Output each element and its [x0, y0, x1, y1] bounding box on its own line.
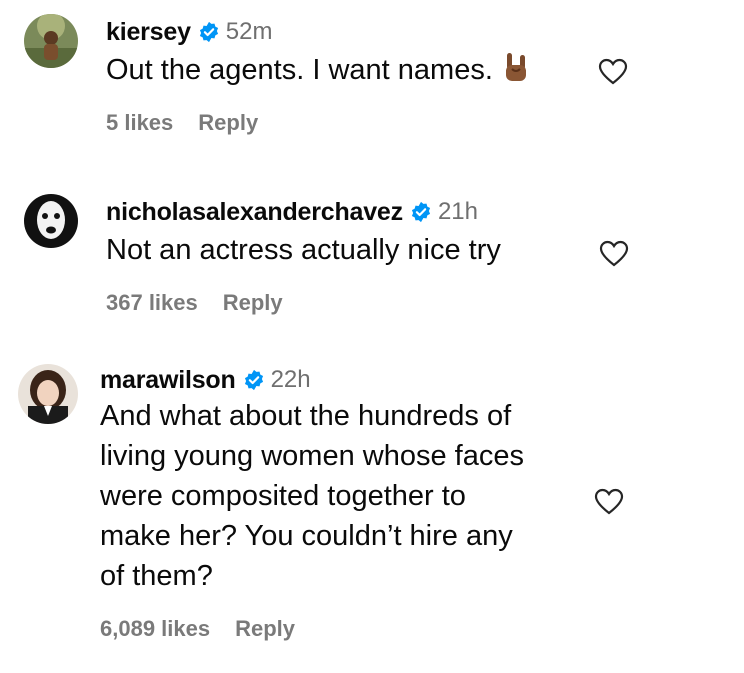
heart-outline-icon[interactable] [599, 240, 629, 268]
verified-badge-icon [199, 21, 218, 43]
likes-count[interactable]: 5 likes [106, 110, 173, 136]
verified-badge-icon [411, 201, 431, 223]
timestamp: 21h [437, 198, 478, 225]
reply-button[interactable]: Reply [235, 616, 295, 642]
comment-text: Not an actress actually nice try [106, 234, 501, 266]
heart-outline-icon[interactable] [598, 58, 628, 86]
comment-text-line: living young women whose faces [100, 440, 524, 472]
avatar-image [24, 194, 78, 248]
timestamp: 22h [270, 366, 311, 393]
verified-badge-icon [244, 369, 263, 391]
heart-outline-icon[interactable] [594, 488, 624, 516]
comment-text: Out the agents. I want names. [106, 50, 529, 90]
comment-marawilson: marawilson 22h And what about the hundre… [0, 358, 744, 668]
comment-nicholasalexanderchavez: nicholasalexanderchavez 21h Not an actre… [0, 190, 744, 330]
avatar[interactable] [24, 194, 78, 248]
username[interactable]: nicholasalexanderchavez [106, 198, 403, 227]
comment-kiersey: kiersey 52m Out the agents. I want names… [0, 10, 744, 150]
username[interactable]: kiersey [106, 18, 191, 47]
likes-count[interactable]: 6,089 likes [100, 616, 210, 642]
reply-button[interactable]: Reply [198, 110, 258, 136]
comment-text-line: of them? [100, 560, 213, 592]
timestamp: 52m [225, 18, 273, 45]
avatar[interactable] [24, 14, 78, 68]
reply-button[interactable]: Reply [223, 290, 283, 316]
comment-text-line: make her? You couldn’t hire any [100, 520, 513, 552]
username[interactable]: marawilson [100, 366, 236, 395]
likes-count[interactable]: 367 likes [106, 290, 198, 316]
sign-of-the-horns-emoji [505, 53, 526, 81]
comment-text-line: And what about the hundreds of [100, 400, 512, 432]
avatar[interactable] [18, 364, 78, 424]
comment-text-content: Out the agents. I want names. [106, 54, 493, 86]
comment-text-line: were composited together to [100, 480, 466, 512]
avatar-image [24, 14, 78, 68]
comment-text: And what about the hundreds of living yo… [100, 396, 524, 596]
avatar-image [18, 364, 78, 424]
